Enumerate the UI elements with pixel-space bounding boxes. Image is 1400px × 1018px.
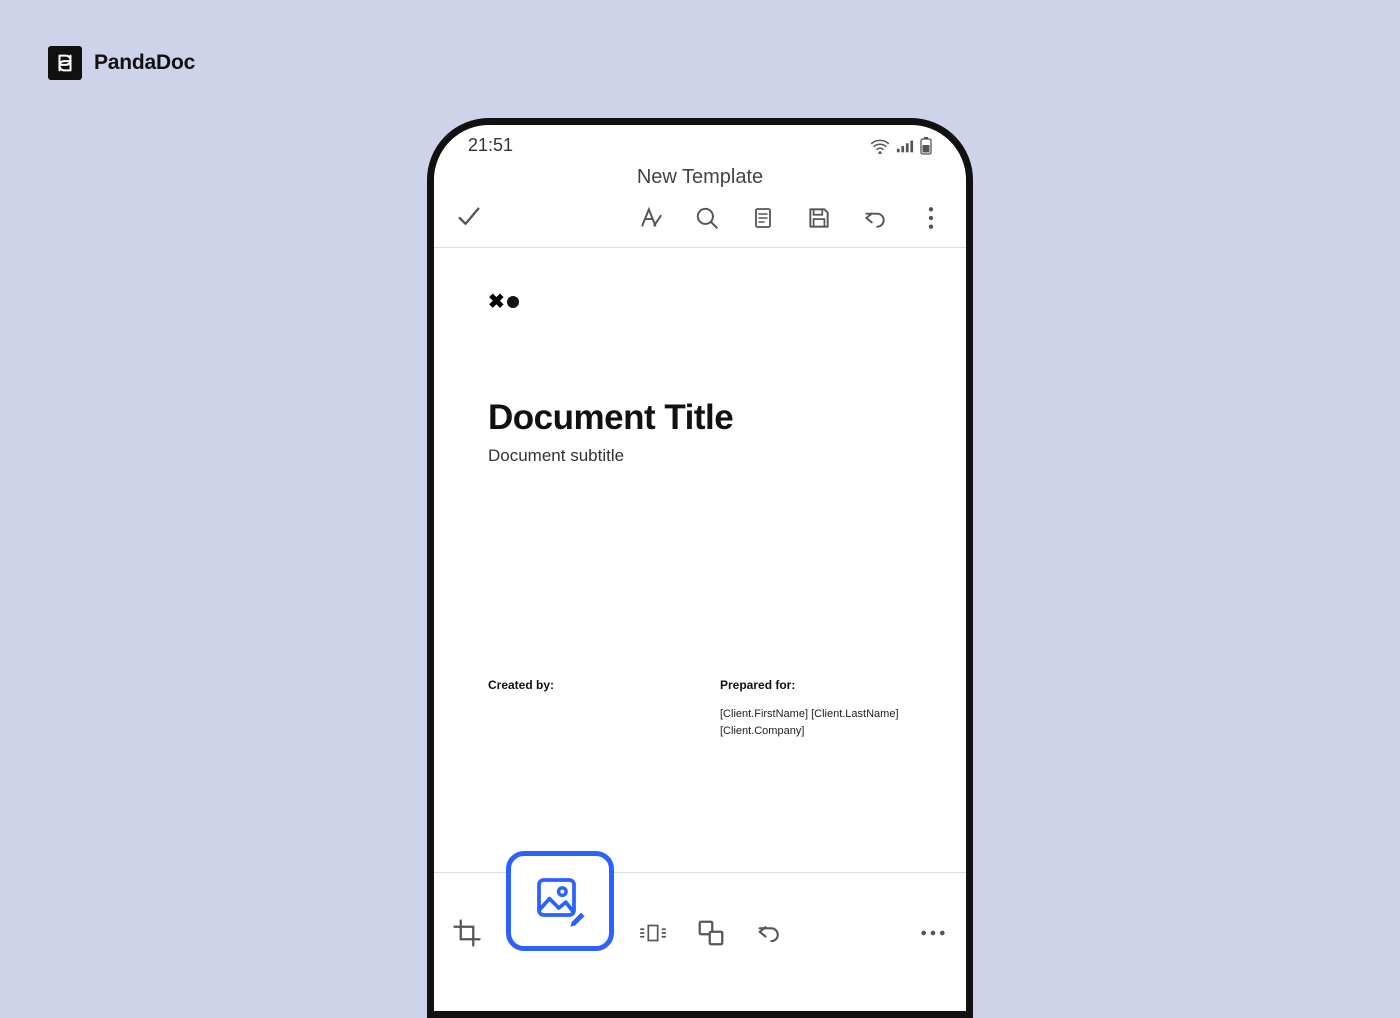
prepared-for-name[interactable]: [Client.FirstName] [Client.LastName]: [720, 706, 912, 723]
undo-button[interactable]: [860, 203, 890, 233]
signal-icon: [896, 138, 914, 154]
prepared-for-label: Prepared for:: [720, 678, 912, 692]
phone-frame: 21:51 New Template: [427, 118, 973, 1018]
undo-tool[interactable]: [754, 918, 784, 948]
document-canvas[interactable]: ✖ Document Title Document subtitle Creat…: [434, 248, 966, 739]
search-button[interactable]: [692, 203, 722, 233]
dot-icon: [507, 296, 519, 308]
document-logo-mark: ✖: [488, 292, 912, 312]
created-by-block: Created by:: [488, 678, 680, 739]
more-button[interactable]: [916, 203, 946, 233]
flower-icon: ✖: [488, 292, 505, 312]
status-time: 21:51: [468, 135, 513, 156]
spacing-tool[interactable]: [638, 918, 668, 948]
battery-icon: [920, 137, 932, 155]
screen-title: New Template: [434, 166, 966, 189]
document-title[interactable]: Document Title: [488, 398, 912, 438]
bottom-toolbar: [434, 872, 966, 1011]
layers-tool[interactable]: [696, 918, 726, 948]
brand-logo: PandaDoc: [48, 46, 195, 80]
document-meta: Created by: Prepared for: [Client.FirstN…: [488, 678, 912, 739]
brand-mark-icon: [48, 46, 82, 80]
brand-name: PandaDoc: [94, 51, 195, 75]
crop-tool[interactable]: [452, 918, 482, 948]
wifi-icon: [870, 138, 890, 154]
status-bar: 21:51: [434, 125, 966, 160]
top-toolbar: [434, 195, 966, 248]
screen-title-bar: New Template: [434, 160, 966, 195]
created-by-label: Created by:: [488, 678, 680, 692]
text-style-button[interactable]: [636, 203, 666, 233]
document-subtitle[interactable]: Document subtitle: [488, 446, 912, 466]
save-button[interactable]: [804, 203, 834, 233]
prepared-for-company[interactable]: [Client.Company]: [720, 723, 912, 740]
reader-button[interactable]: [748, 203, 778, 233]
prepared-for-block: Prepared for: [Client.FirstName] [Client…: [720, 678, 912, 739]
confirm-button[interactable]: [454, 203, 484, 233]
more-tool[interactable]: [918, 918, 948, 948]
image-edit-tool[interactable]: [506, 851, 614, 951]
